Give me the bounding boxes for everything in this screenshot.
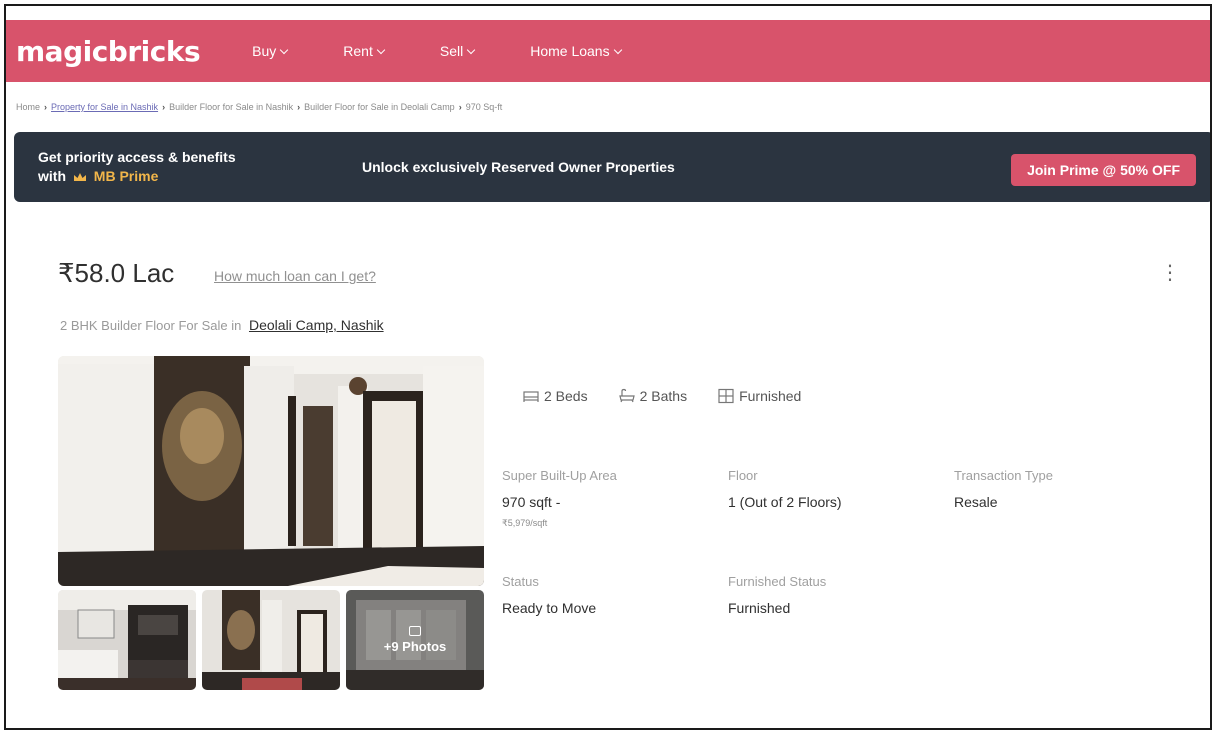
- breadcrumb-current: 970 Sq-ft: [465, 102, 503, 112]
- feature-baths-label: 2 Baths: [639, 388, 688, 404]
- nav-rent[interactable]: Rent: [343, 43, 386, 59]
- thumbnail-photo[interactable]: [58, 590, 196, 690]
- breadcrumb-property-sale-nashik[interactable]: Property for Sale in Nashik: [51, 102, 158, 112]
- furnished-icon: [718, 388, 734, 404]
- furnished-status-value: Furnished: [728, 600, 791, 616]
- breadcrumb-separator: ›: [44, 102, 48, 112]
- nav-sell-label: Sell: [439, 43, 464, 59]
- chevron-down-icon: [613, 45, 622, 54]
- join-prime-button[interactable]: Join Prime @ 50% OFF: [1011, 154, 1196, 186]
- nav-rent-label: Rent: [343, 43, 373, 59]
- property-features: 2 Beds 2 Baths Furnished: [522, 388, 801, 404]
- nav-sell[interactable]: Sell: [439, 43, 476, 59]
- more-photos-thumbnail[interactable]: +9 Photos: [346, 590, 484, 690]
- bath-icon: [618, 388, 635, 403]
- chevron-down-icon: [376, 45, 386, 54]
- status-label: Status: [502, 574, 539, 589]
- feature-furnished-label: Furnished: [739, 388, 802, 404]
- loan-eligibility-link[interactable]: How much loan can I get?: [214, 268, 376, 284]
- prime-brand: MB Prime: [93, 168, 159, 184]
- breadcrumb-home[interactable]: Home: [16, 102, 40, 112]
- chevron-down-icon: [280, 45, 289, 54]
- breadcrumb-separator: ›: [297, 102, 301, 112]
- bed-icon: [523, 391, 539, 402]
- nav-home-loans-label: Home Loans: [530, 43, 610, 59]
- main-property-photo[interactable]: [58, 356, 484, 586]
- more-photos-label: +9 Photos: [383, 639, 447, 654]
- feature-beds: 2 Beds: [522, 388, 588, 404]
- transaction-value: Resale: [954, 494, 998, 510]
- breadcrumb-builder-floor-deolali[interactable]: Builder Floor for Sale in Deolali Camp: [304, 102, 455, 112]
- property-location-link[interactable]: Deolali Camp, Nashik: [249, 317, 384, 333]
- breadcrumb-separator: ›: [458, 102, 462, 112]
- area-rate: ₹5,979/sqft: [502, 518, 548, 528]
- property-type-text: 2 BHK Builder Floor For Sale in: [60, 318, 242, 333]
- hallway-thumb-illustration: [202, 590, 340, 690]
- nav-home-loans[interactable]: Home Loans: [530, 43, 622, 59]
- living-room-thumb-illustration: [58, 590, 196, 690]
- prime-line1: Get priority access & benefits: [38, 149, 236, 165]
- area-label: Super Built-Up Area: [502, 468, 617, 483]
- prime-banner: Get priority access & benefits with MB P…: [14, 132, 1210, 202]
- area-value: 970 sqft -: [502, 494, 561, 510]
- furnished-status-label: Furnished Status: [728, 574, 827, 589]
- floor-value: 1 (Out of 2 Floors): [728, 494, 842, 510]
- transaction-label: Transaction Type: [954, 468, 1053, 483]
- prime-line2: with MB Prime: [38, 167, 338, 186]
- room-photo-illustration: [58, 356, 484, 586]
- feature-baths: 2 Baths: [618, 388, 687, 404]
- breadcrumb-builder-floor-nashik[interactable]: Builder Floor for Sale in Nashik: [169, 102, 293, 112]
- status-value: Ready to Move: [502, 600, 597, 616]
- prime-line2-prefix: with: [38, 168, 66, 184]
- breadcrumb: Home › Property for Sale in Nashik › Bui…: [16, 102, 502, 112]
- more-options-icon[interactable]: ⋮: [1160, 263, 1180, 283]
- floor-label: Floor: [728, 468, 758, 483]
- prime-benefits-text: Get priority access & benefits with MB P…: [38, 148, 338, 186]
- top-navigation: magicbricks Buy Rent Sell Home Loans: [6, 20, 1210, 82]
- page-frame: magicbricks Buy Rent Sell Home Loans Hom…: [4, 4, 1212, 730]
- nav-buy[interactable]: Buy: [252, 43, 289, 59]
- magicbricks-logo[interactable]: magicbricks: [16, 35, 201, 68]
- photo-count-overlay: +9 Photos: [346, 590, 484, 690]
- feature-furnished: Furnished: [717, 388, 801, 404]
- property-price: ₹58.0 Lac: [58, 258, 175, 288]
- thumbnail-photo[interactable]: [202, 590, 340, 690]
- breadcrumb-separator: ›: [162, 102, 166, 112]
- camera-icon: [409, 626, 421, 636]
- property-subtitle: 2 BHK Builder Floor For Sale in Deolali …: [60, 317, 384, 333]
- crown-icon: [73, 173, 86, 181]
- feature-beds-label: 2 Beds: [544, 388, 588, 404]
- prime-unlock-text: Unlock exclusively Reserved Owner Proper…: [362, 159, 675, 175]
- nav-buy-label: Buy: [252, 43, 277, 59]
- chevron-down-icon: [466, 45, 476, 54]
